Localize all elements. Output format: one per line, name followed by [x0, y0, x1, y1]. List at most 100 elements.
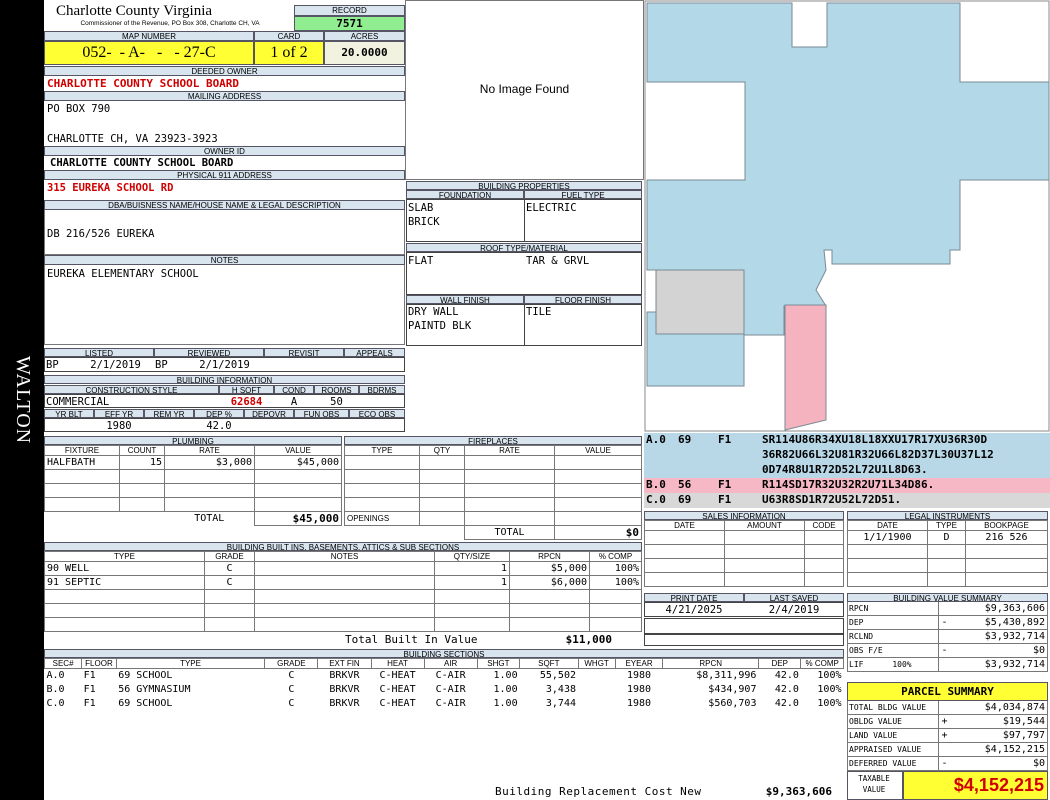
section-cell: F1 [83, 684, 96, 695]
physical-address-label: PHYSICAL 911 ADDRESS [44, 170, 405, 180]
section-cell: 42.0 [774, 698, 799, 709]
summary-label: LIF 100% [849, 660, 912, 669]
section-cell: F1 [83, 670, 96, 682]
section-cell: A.0 [46, 670, 65, 682]
summary-sign: + [938, 715, 950, 728]
table-row: C.0 F1 69 SCHOOL C BRKVR C-HEAT C-AIR 1.00 3,744… [45, 697, 844, 711]
sections-header: AIR [423, 658, 478, 669]
summary-row: OBLDG VALUE + $19,544 [847, 715, 1048, 729]
parcel-summary: TOTAL BLDG VALUE $4,034,874 OBLDG VALUE + $1… [847, 701, 1048, 771]
sketch-code-num [676, 448, 716, 463]
table-row [344, 455, 642, 470]
summary-row: RCLND $3,932,714 [847, 630, 1048, 644]
summary-value: $0 [1032, 758, 1045, 769]
plumbing-header: RATE [164, 445, 255, 456]
record-label: RECORD [294, 5, 405, 16]
print-filler-1 [644, 618, 844, 634]
summary-label: RCLND [849, 632, 874, 641]
summary-label: OBS F/E [849, 646, 883, 655]
section-cell [578, 683, 615, 697]
section-cell: BRKVR [329, 684, 360, 695]
floor-finish: TILE [526, 306, 552, 318]
summary-sign [938, 701, 950, 714]
section-cell: $8,311,996 [696, 670, 757, 682]
section-cell: 1.00 [493, 698, 518, 709]
building-sketch [644, 0, 1050, 432]
sketch-code-fl: F1 [718, 433, 732, 446]
sketch-code-code: SR114U86R34XU18L18XXU17R17XU36R30D [762, 433, 988, 446]
construction-style: COMMERCIAL [46, 396, 110, 408]
sketch-code-sec: A.0 [646, 433, 666, 446]
section-cell: 69 SCHOOL [118, 670, 173, 682]
map-number-label: MAP NUMBER [44, 31, 254, 41]
sketch-code-fl: F1 [718, 493, 732, 506]
summary-row: DEP - $5,430,892 [847, 616, 1048, 630]
legal-type: D [927, 530, 966, 545]
parcel-summary-title: PARCEL SUMMARY [847, 682, 1048, 701]
sketch-code-num [676, 463, 716, 478]
props-divider-1 [524, 199, 525, 242]
openings-label: OPENINGS [344, 511, 420, 526]
section-cell: C [288, 670, 295, 682]
builtins-header: GRADE [204, 551, 255, 562]
builtin-notes [254, 561, 435, 576]
builtin-grade: C [204, 575, 255, 590]
dba-box [44, 210, 405, 255]
openings-row: OPENINGS [344, 511, 642, 526]
sections-header: WHGT [577, 658, 616, 669]
section-cell: 56 GYMNASIUM [118, 684, 191, 695]
sketch-code-row: 0D74R8U1R72D52L72U1L8D63. [644, 463, 1050, 478]
summary-sign: + [938, 729, 950, 742]
map-number: 052- - A- - - 27-C [44, 41, 254, 65]
sketch-code-num: 69 [678, 493, 692, 506]
yrblt-label: YR BLT [44, 409, 94, 418]
section-cell [578, 697, 615, 711]
sections-header: SEC# [43, 658, 83, 669]
sketch-code-list: A.0 69 F1 SR114U86R34XU18L18XXU17R17XU36R30… [644, 433, 1050, 509]
section-cell: C-AIR [435, 698, 466, 709]
value-summary-label: BUILDING VALUE SUMMARY [847, 593, 1048, 602]
fireplace-total-row: TOTAL $0 [345, 525, 642, 540]
brcn-label: Building Replacement Cost New [495, 785, 702, 798]
plumbing-total-label: TOTAL [194, 513, 225, 525]
physical-address: 315 EUREKA SCHOOL RD [47, 182, 174, 194]
summary-row: DEFERRED VALUE - $0 [847, 757, 1048, 771]
floor-label: FLOOR FINISH [524, 295, 642, 304]
deeded-owner: CHARLOTTE COUNTY SCHOOL BOARD [47, 77, 240, 90]
summary-value: $4,034,874 [984, 702, 1045, 713]
table-row [644, 544, 844, 559]
notes-label: NOTES [44, 255, 405, 265]
table-row [644, 530, 844, 545]
section-cell: 1.00 [493, 684, 518, 695]
section-cell: $434,907 [708, 684, 757, 695]
legal-header: DATE [847, 520, 928, 531]
sketch-code-sec [644, 463, 676, 478]
table-row [44, 469, 342, 484]
condition: A [290, 396, 298, 408]
section-cell: $560,703 [708, 698, 757, 709]
plumbing-total-row: TOTAL $45,000 [45, 511, 342, 526]
summary-value: $9,363,606 [984, 603, 1045, 614]
building-properties-label: BUILDING PROPERTIES [406, 181, 642, 190]
builtins-label: BUILDING BUILT INS, BASEMENTS, ATTICS & … [44, 542, 642, 551]
fireplaces-label: FIREPLACES [344, 436, 642, 445]
legal-label: LEGAL INSTRUMENTS [847, 511, 1048, 520]
sections-header: % COMP [800, 658, 844, 669]
summary-label: DEFERRED VALUE [849, 759, 917, 768]
sketch-code-code: 0D74R8U1R72D52L72U1L8D63. [762, 463, 928, 476]
heated-sqft: 62684 [230, 396, 263, 408]
wall-finish-2: PAINTD BLK [408, 320, 472, 332]
section-cell: C-HEAT [379, 684, 416, 695]
sections-header: FLOOR [81, 658, 117, 669]
builtins-total-label: Total Built In Value [345, 633, 478, 646]
fireplace-header: RATE [464, 445, 555, 456]
roof-material: TAR & GRVL [526, 255, 590, 267]
sketch-code-num: 69 [678, 433, 692, 446]
table-row [847, 544, 1048, 559]
rooms: 50 [330, 396, 343, 408]
sections-header: GRADE [264, 658, 319, 669]
table-row [344, 497, 642, 512]
plumbing-total: $45,000 [254, 511, 342, 526]
summary-value: $3,932,714 [984, 631, 1045, 642]
table-row [644, 558, 844, 573]
